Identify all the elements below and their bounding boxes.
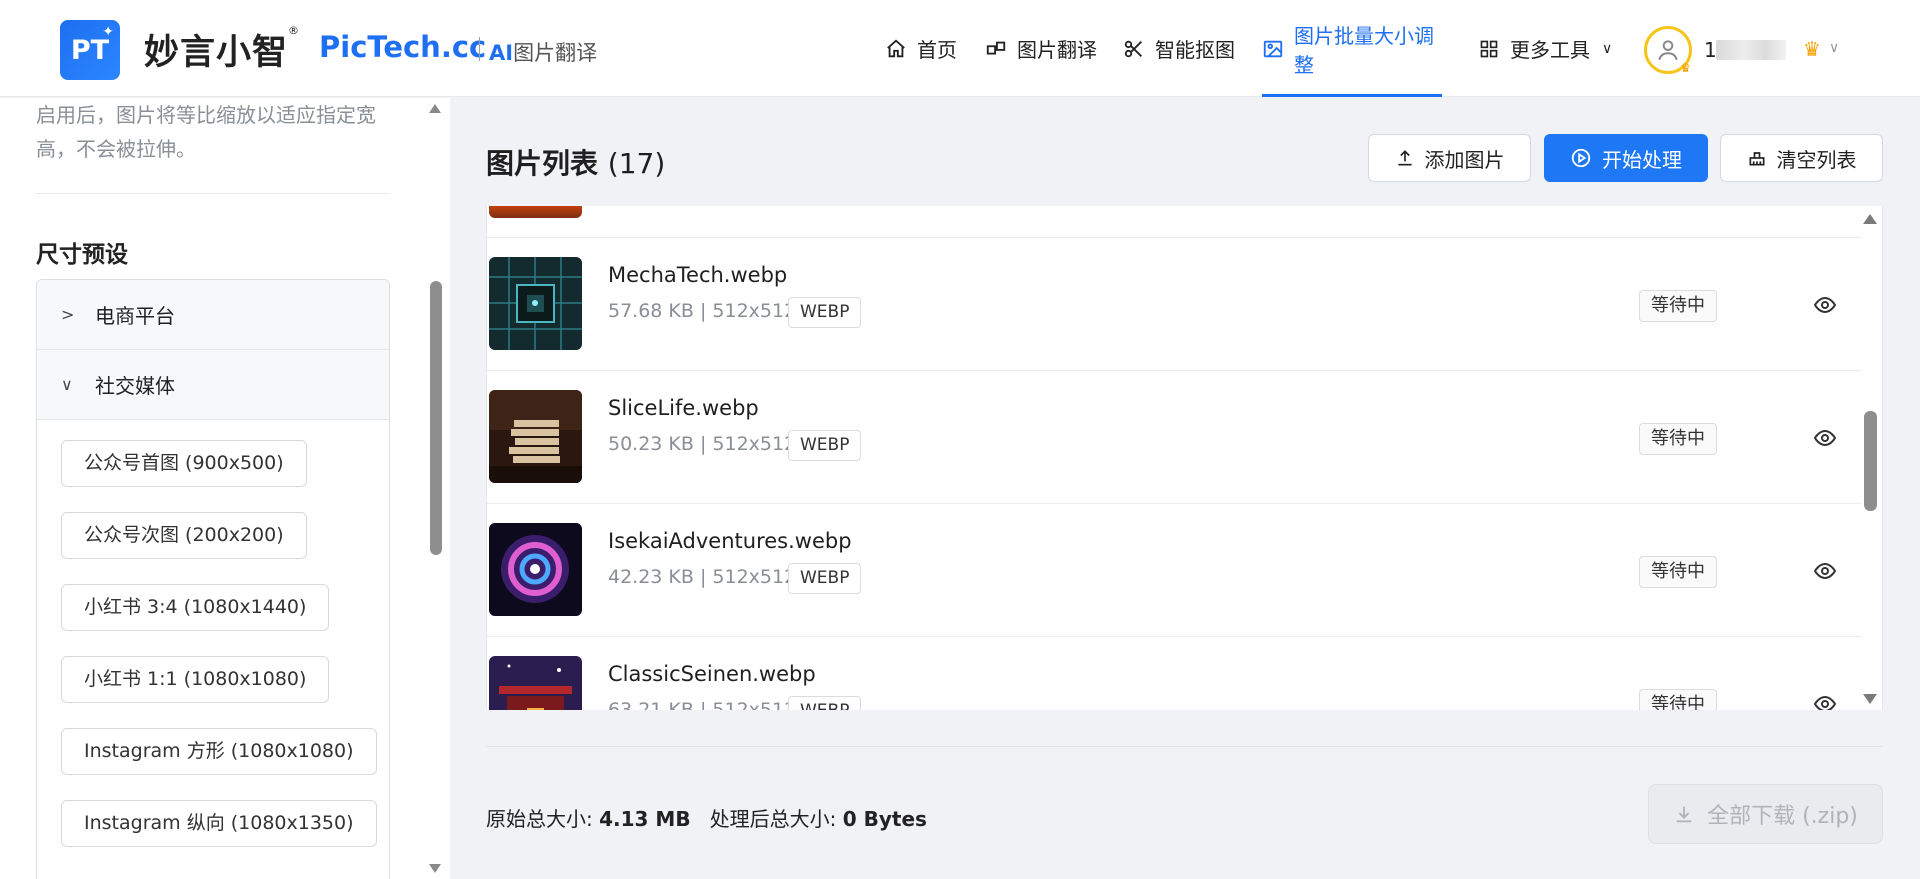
preview-eye-icon[interactable] xyxy=(1813,559,1837,583)
brand-name-cn: 妙言小智® xyxy=(144,24,301,73)
top-header: PT ✦ 妙言小智® PicTech.cc AI图片翻译 首页 图片翻译 智能抠… xyxy=(0,0,1920,97)
file-type-tag: WEBP xyxy=(788,430,862,461)
chevron-down-icon: ∨ xyxy=(61,375,73,394)
list-scrollbar-thumb[interactable] xyxy=(1864,411,1877,511)
sparkle-icon: ✦ xyxy=(102,24,114,40)
download-all-button[interactable]: 全部下载 (.zip) xyxy=(1648,784,1883,844)
size-totals: 原始总大小: 4.13 MB 处理后总大小: 0 Bytes xyxy=(486,807,927,831)
file-name: ClassicSeinen.webp xyxy=(608,662,816,686)
play-circle-icon xyxy=(1570,147,1592,169)
nav-home[interactable]: 首页 xyxy=(885,0,957,97)
chevron-down-icon: ∨ xyxy=(1602,40,1613,57)
broom-icon xyxy=(1747,148,1767,168)
scroll-up-arrow[interactable] xyxy=(429,104,441,113)
preset-button[interactable]: Instagram 纵向 (1080x1350) xyxy=(61,800,377,847)
preset-button[interactable]: 公众号首图 (900x500) xyxy=(61,440,307,487)
file-meta: 42.23 KB | 512x512 xyxy=(608,566,797,588)
image-thumbnail xyxy=(489,257,582,350)
keep-ratio-hint: 启用后，图片将等比缩放以适应指定宽高，不会被拉伸。 xyxy=(36,103,376,161)
file-name: SliceLife.webp xyxy=(608,396,759,420)
upload-icon xyxy=(1395,148,1415,168)
table-row: IsekaiAdventures.webp 42.23 KB | 512x512… xyxy=(487,504,1861,637)
user-menu-chevron-icon[interactable]: ∨ xyxy=(1829,40,1839,56)
image-thumbnail xyxy=(489,390,582,483)
scroll-down-arrow[interactable] xyxy=(429,864,441,873)
brand-tagline: AI图片翻译 xyxy=(489,41,598,65)
file-meta: 63.21 KB | 512x512 xyxy=(608,699,797,710)
file-meta: 57.68 KB | 512x512 xyxy=(608,300,797,322)
preset-collapse: > 电商平台 ∨ 社交媒体 公众号首图 (900x500) 公众号次图 (200… xyxy=(36,279,390,879)
file-name: IsekaiAdventures.webp xyxy=(608,529,852,553)
vip-crown-icon[interactable]: ♛ xyxy=(1803,37,1821,61)
brand-name-en: PicTech.cc xyxy=(319,30,487,64)
crown-badge-icon: ♛ xyxy=(1680,61,1691,75)
preview-eye-icon[interactable] xyxy=(1813,426,1837,450)
nav-more-tools[interactable]: 更多工具 ∨ xyxy=(1478,0,1612,97)
scrollbar-thumb[interactable] xyxy=(430,281,442,555)
nav-batch-resize[interactable]: 图片批量大小调整 xyxy=(1262,0,1442,97)
scissors-icon xyxy=(1123,38,1145,60)
preset-list: 公众号首图 (900x500) 公众号次图 (200x200) 小红书 3:4 … xyxy=(37,420,389,872)
file-type-tag: WEBP xyxy=(788,696,862,710)
file-meta: 50.23 KB | 512x512 xyxy=(608,433,797,455)
image-thumbnail xyxy=(489,523,582,616)
section-divider xyxy=(36,193,390,194)
user-icon xyxy=(1658,40,1678,61)
status-badge: 等待中 xyxy=(1639,290,1717,322)
chevron-right-icon: > xyxy=(61,305,75,324)
status-badge: 等待中 xyxy=(1639,689,1717,710)
status-badge: 等待中 xyxy=(1639,556,1717,588)
preset-button[interactable]: 小红书 3:4 (1080x1440) xyxy=(61,584,330,631)
group-social-media[interactable]: ∨ 社交媒体 xyxy=(37,350,389,420)
list-scroll-up-arrow[interactable] xyxy=(1863,214,1877,224)
user-name[interactable]: 1 xyxy=(1704,38,1717,62)
list-scroll-down-arrow[interactable] xyxy=(1863,694,1877,704)
user-avatar[interactable]: ♛ xyxy=(1644,26,1692,75)
file-type-tag: WEBP xyxy=(788,297,862,328)
image-list-title: 图片列表 (17) xyxy=(486,147,666,180)
app-logo[interactable]: PT ✦ xyxy=(60,20,120,80)
image-thumbnail xyxy=(489,656,582,710)
preview-eye-icon[interactable] xyxy=(1813,692,1837,710)
preset-button[interactable]: 小红书 1:1 (1080x1080) xyxy=(61,656,330,703)
translate-icon xyxy=(985,38,1007,60)
image-icon xyxy=(1262,38,1284,60)
file-name: MechaTech.webp xyxy=(608,263,788,287)
home-icon xyxy=(885,38,907,60)
file-type-tag: WEBP xyxy=(788,563,862,594)
preset-button[interactable]: 公众号次图 (200x200) xyxy=(61,512,307,559)
settings-panel: 启用后，图片将等比缩放以适应指定宽高，不会被拉伸。 尺寸预设 > 电商平台 ∨ … xyxy=(0,98,450,879)
footer-divider xyxy=(486,746,1883,747)
table-row: MechaTech.webp 57.68 KB | 512x512 WEBP 等… xyxy=(487,238,1861,371)
brand-divider xyxy=(479,37,480,61)
nav-smart-cutout[interactable]: 智能抠图 xyxy=(1123,0,1235,97)
image-thumbnail xyxy=(489,206,582,218)
add-images-button[interactable]: 添加图片 xyxy=(1368,134,1531,182)
size-presets-title: 尺寸预设 xyxy=(36,242,128,268)
image-list: MechaTech.webp 57.68 KB | 512x512 WEBP 等… xyxy=(486,206,1883,710)
start-processing-button[interactable]: 开始处理 xyxy=(1544,134,1708,182)
user-name-redacted xyxy=(1716,40,1786,60)
download-icon xyxy=(1673,803,1695,825)
preset-button[interactable]: Instagram 方形 (1080x1080) xyxy=(61,728,377,775)
table-row: SliceLife.webp 50.23 KB | 512x512 WEBP 等… xyxy=(487,371,1861,504)
table-row: ClassicSeinen.webp 63.21 KB | 512x512 WE… xyxy=(487,637,1861,710)
nav-image-translate[interactable]: 图片翻译 xyxy=(985,0,1097,97)
status-badge: 等待中 xyxy=(1639,423,1717,455)
group-ecommerce[interactable]: > 电商平台 xyxy=(37,280,389,350)
preview-eye-icon[interactable] xyxy=(1813,293,1837,317)
clear-list-button[interactable]: 清空列表 xyxy=(1720,134,1883,182)
grid-icon xyxy=(1478,38,1500,60)
